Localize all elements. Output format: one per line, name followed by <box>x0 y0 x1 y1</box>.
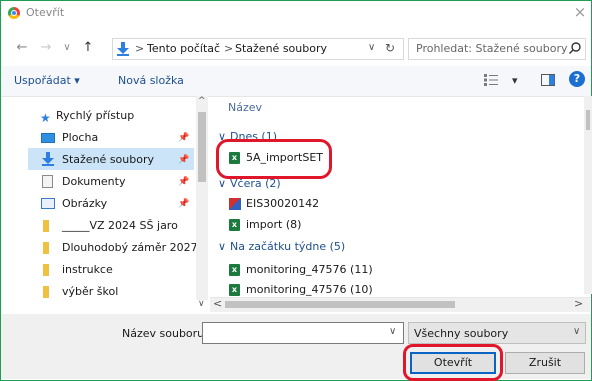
breadcrumb-separator: > <box>135 42 145 55</box>
sidebar-item-folder-vz2024[interactable]: _____VZ 2024 SŠ jaro <box>62 216 178 236</box>
excel-file-icon: x <box>229 219 240 231</box>
view-options-icon[interactable] <box>484 74 498 86</box>
filename-input[interactable] <box>202 322 404 344</box>
downloads-icon <box>42 152 54 166</box>
recent-locations-button[interactable]: ∨ <box>60 40 74 56</box>
up-button[interactable]: ↑ <box>80 40 96 56</box>
column-header-name[interactable]: Název <box>228 101 262 114</box>
documents-icon <box>42 175 53 188</box>
view-dropdown-icon[interactable]: ▾ <box>512 74 518 87</box>
highlight-annotation <box>216 139 332 179</box>
breadcrumb-separator: > <box>224 42 234 55</box>
filename-dropdown-icon[interactable]: ∨ <box>389 326 396 337</box>
file-item-monitoring-11[interactable]: monitoring_47576 (11) <box>246 263 373 276</box>
help-button[interactable]: ? <box>569 71 585 87</box>
downloads-icon <box>117 42 129 56</box>
back-button[interactable]: ← <box>14 40 30 56</box>
star-icon: ★ <box>40 111 51 125</box>
address-dropdown-icon[interactable]: ∨ <box>368 42 375 53</box>
sidebar-scrollbar-thumb[interactable] <box>198 112 206 182</box>
refresh-button[interactable]: ↻ <box>385 41 395 55</box>
forward-button[interactable]: → <box>38 40 54 56</box>
scroll-right-icon[interactable]: > <box>574 297 583 310</box>
filename-label: Název souboru: <box>122 327 208 340</box>
chrome-app-icon <box>8 7 20 19</box>
sidebar-item-folder-vyber[interactable]: výběr škol <box>62 282 118 302</box>
sidebar-item-documents[interactable]: Dokumenty <box>62 172 125 192</box>
preview-pane-icon[interactable] <box>541 74 555 86</box>
eis-file-icon <box>229 198 241 210</box>
pin-icon: 📌 <box>178 177 190 187</box>
sidebar-item-quick-access[interactable]: Rychlý přístup <box>56 106 134 126</box>
folder-icon <box>43 286 49 298</box>
close-button[interactable]: × <box>570 2 590 22</box>
breadcrumb-this-pc[interactable]: Tento počítač <box>147 42 220 55</box>
pictures-icon <box>41 198 55 209</box>
cancel-button[interactable]: Zrušit <box>505 352 585 374</box>
pin-icon: 📌 <box>178 155 190 165</box>
pin-icon: 📌 <box>178 133 190 143</box>
excel-file-icon: x <box>229 264 240 276</box>
file-item-monitoring-10[interactable]: monitoring_47576 (10) <box>246 283 373 296</box>
scroll-up-icon[interactable]: ^ <box>198 96 206 106</box>
group-header-early-week[interactable]: Na začátku týdne (5) <box>230 240 345 253</box>
folder-icon <box>43 220 49 232</box>
scroll-down-icon[interactable]: ∨ <box>198 299 205 309</box>
sidebar-item-pictures[interactable]: Obrázky <box>62 194 107 214</box>
pin-icon: 📌 <box>178 199 190 209</box>
file-item-import-8[interactable]: import (8) <box>246 218 301 231</box>
folder-icon <box>43 264 49 276</box>
folder-icon <box>43 242 49 254</box>
scroll-left-icon[interactable]: < <box>213 297 222 310</box>
new-folder-button[interactable]: Nová složka <box>118 74 184 87</box>
sidebar-item-desktop[interactable]: Plocha <box>62 128 98 148</box>
search-icon[interactable] <box>568 41 582 55</box>
command-bar <box>1 66 591 97</box>
breadcrumb-downloads[interactable]: Stažené soubory <box>235 42 327 55</box>
file-type-filter-value: Všechny soubory <box>414 327 509 340</box>
group-chevron-icon[interactable]: ∨ <box>218 240 226 253</box>
sidebar-item-folder-zamer[interactable]: Dlouhodobý záměr 2027 <box>62 238 198 258</box>
excel-file-icon: x <box>229 284 240 296</box>
desktop-icon <box>41 133 55 143</box>
window-title: Otevřít <box>26 6 65 19</box>
file-list-vscrollbar-thumb[interactable] <box>586 110 590 130</box>
group-chevron-icon[interactable]: ∨ <box>218 177 226 190</box>
sidebar-item-folder-instrukce[interactable]: instrukce <box>62 260 113 280</box>
search-placeholder: Prohledat: Stažené soubory <box>416 42 568 55</box>
highlight-annotation <box>403 344 503 381</box>
file-type-dropdown-icon[interactable]: ∨ <box>573 326 580 337</box>
sidebar-item-downloads[interactable]: Stažené soubory <box>62 150 154 170</box>
file-list-hscrollbar-thumb[interactable] <box>225 301 455 308</box>
organize-menu-button[interactable]: Uspořádat ▾ <box>14 74 80 87</box>
file-item-eis30020142[interactable]: EIS30020142 <box>246 197 319 210</box>
